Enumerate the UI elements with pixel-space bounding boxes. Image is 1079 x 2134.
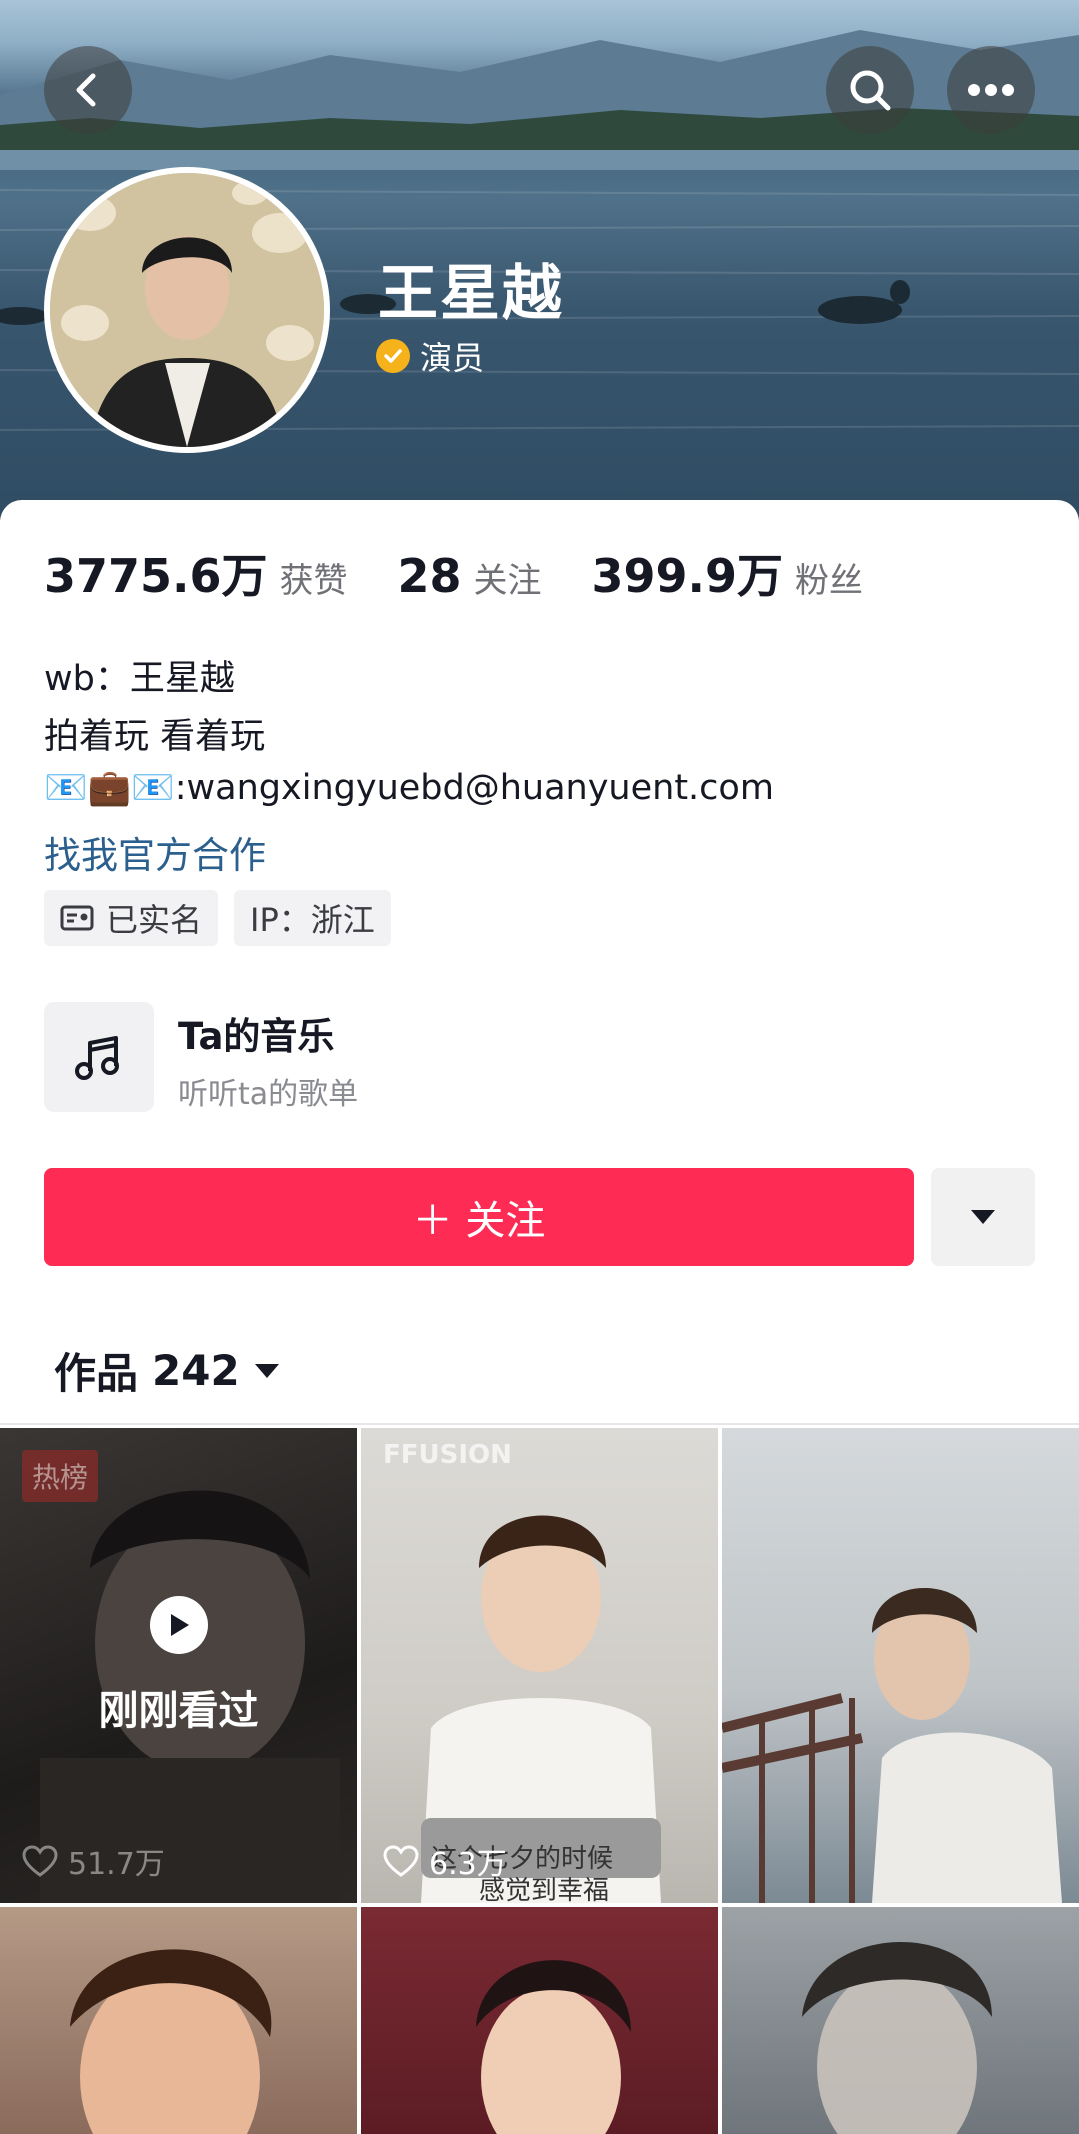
bio-line-weibo: wb：王星越 [44, 659, 235, 699]
heart-icon [383, 1845, 419, 1877]
followers-label: 粉丝 [795, 561, 864, 601]
email-text: :wangxingyuebd@huanyuent.com [174, 768, 774, 808]
caret-down-icon [254, 1363, 279, 1378]
video-tile[interactable] [722, 1907, 1079, 2134]
watched-label: 刚刚看过 [98, 1687, 259, 1734]
video-thumbnail [421, 1515, 661, 1903]
follow-button[interactable]: ＋ 关注 [44, 1168, 914, 1266]
music-title[interactable]: Ta的音乐 [178, 1006, 334, 1060]
follow-label: ＋ 关注 [412, 1198, 546, 1244]
bio-line-tagline: 拍着玩 看着玩 [44, 717, 266, 757]
video-thumbnail [722, 1588, 1062, 1903]
search-button[interactable] [826, 46, 914, 134]
works-tab[interactable]: 作品 242 [54, 1340, 280, 1401]
avatar-photo [50, 173, 324, 447]
search-icon [850, 70, 891, 111]
like-count: 6.3万 [383, 1839, 507, 1883]
music-subtitle: 听听ta的歌单 [178, 1077, 359, 1112]
like-count-text: 6.3万 [429, 1847, 507, 1882]
verified-label: 演员 [420, 339, 485, 377]
more-button[interactable] [947, 46, 1035, 134]
verified-badge: 演员 [376, 333, 484, 379]
likes-label: 获赞 [279, 561, 348, 601]
chevron-left-icon [76, 73, 96, 107]
music-thumbnail[interactable] [44, 1002, 154, 1112]
like-count: 51.7万 [22, 1839, 165, 1883]
works-label: 作品 [54, 1349, 139, 1398]
verified-check-icon [376, 339, 410, 373]
heart-icon [22, 1845, 58, 1877]
works-count: 242 [152, 1346, 240, 1395]
profile-cover: 王星越 演员 [0, 0, 1079, 520]
tag-real-name-label: 已实名 [106, 901, 203, 939]
avatar[interactable] [44, 167, 330, 453]
tag-ip-label: IP：浙江 [250, 901, 375, 939]
profile-name: 王星越 [378, 259, 564, 329]
caret-down-icon [971, 1210, 995, 1224]
video-tile[interactable] [361, 1907, 718, 2134]
video-thumbnail [476, 1960, 631, 2134]
like-count-text: 51.7万 [68, 1847, 165, 1882]
video-thumbnail [802, 1942, 992, 2134]
following-label: 关注 [473, 561, 542, 601]
music-note-icon [75, 1036, 119, 1080]
bio-line-email: 📧💼📧:wangxingyuebd@huanyuent.com [44, 767, 774, 808]
video-thumbnail [70, 1949, 272, 2134]
video-tile[interactable]: FFUSION 这个七夕的时候 感觉到幸福 6.3万 [361, 1428, 718, 1903]
video-tile[interactable]: 热榜 刚刚看过 51.7万 [0, 1428, 357, 1903]
more-horizontal-icon [968, 84, 1014, 96]
watched-overlay: 刚刚看过 [0, 1428, 357, 1903]
business-link[interactable]: 找我官方合作 [44, 825, 266, 879]
followers-count[interactable]: 399.9万 [592, 540, 784, 606]
email-emoji: 📧💼📧 [44, 768, 175, 808]
back-button[interactable] [44, 46, 132, 134]
brand-watermark: FFUSION [383, 1440, 512, 1470]
tag-real-name[interactable]: 已实名 [44, 890, 219, 946]
tab-divider [0, 1423, 1079, 1425]
id-card-icon [60, 905, 94, 931]
video-tile[interactable] [0, 1907, 357, 2134]
play-icon [149, 1595, 208, 1654]
tag-ip-location: IP：浙江 [234, 890, 391, 946]
likes-count[interactable]: 3775.6万 [44, 540, 268, 606]
follow-dropdown-button[interactable] [931, 1168, 1035, 1266]
following-count[interactable]: 28 [398, 549, 462, 603]
video-tile[interactable] [722, 1428, 1079, 1903]
stats-row: 3775.6万 获赞 28 关注 399.9万 粉丝 [44, 540, 913, 606]
